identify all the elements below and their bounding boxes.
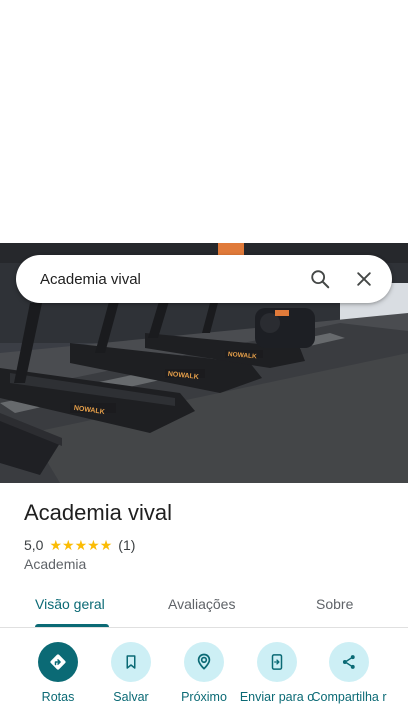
- share-button[interactable]: Compartilha r: [311, 642, 387, 704]
- send-to-phone-button[interactable]: Enviar para o: [239, 642, 315, 704]
- star-icon: ★: [74, 537, 88, 553]
- star-icon: ★: [62, 537, 75, 553]
- star-icon: ★: [87, 537, 100, 553]
- star-icon: ★: [99, 537, 113, 553]
- place-details-screen: NOWALK NOWALK NOWALK Academia vival Acad…: [0, 0, 408, 726]
- active-tab-indicator: [35, 624, 109, 627]
- save-button[interactable]: Salvar: [93, 642, 169, 704]
- tab-overview[interactable]: Visão geral: [35, 596, 105, 612]
- tab-about[interactable]: Sobre: [316, 596, 353, 612]
- rating-value: 5,0: [24, 537, 44, 553]
- tab-reviews[interactable]: Avaliações: [168, 596, 235, 612]
- star-rating: ★ ★ ★ ★ ★: [49, 538, 112, 552]
- nearby-button[interactable]: Próximo: [166, 642, 242, 704]
- send-to-phone-icon: [257, 642, 297, 682]
- review-count: (1): [118, 537, 136, 553]
- search-bar[interactable]: Academia vival: [16, 255, 392, 303]
- place-title: Academia vival: [24, 500, 172, 525]
- save-label: Salvar: [113, 690, 149, 704]
- nearby-label: Próximo: [181, 690, 227, 704]
- place-category: Academia: [24, 556, 87, 572]
- share-label: Compartilha r: [311, 690, 387, 704]
- bookmark-icon: [111, 642, 151, 682]
- directions-label: Rotas: [41, 690, 75, 704]
- tab-bar: Visão geral Avaliações Sobre: [0, 586, 408, 628]
- star-icon: ★: [49, 537, 63, 553]
- directions-button[interactable]: Rotas: [20, 642, 96, 704]
- send-to-phone-label: Enviar para o: [239, 690, 315, 704]
- share-icon: [329, 642, 369, 682]
- search-input[interactable]: Academia vival: [16, 271, 298, 288]
- nearby-icon: [184, 642, 224, 682]
- search-icon[interactable]: [298, 257, 342, 301]
- rating-row[interactable]: 5,0 ★ ★ ★ ★ ★ (1): [24, 536, 135, 554]
- action-row: Rotas Salvar Próximo Enviar para o Compa…: [0, 640, 408, 726]
- directions-icon: [38, 642, 78, 682]
- close-icon[interactable]: [342, 257, 386, 301]
